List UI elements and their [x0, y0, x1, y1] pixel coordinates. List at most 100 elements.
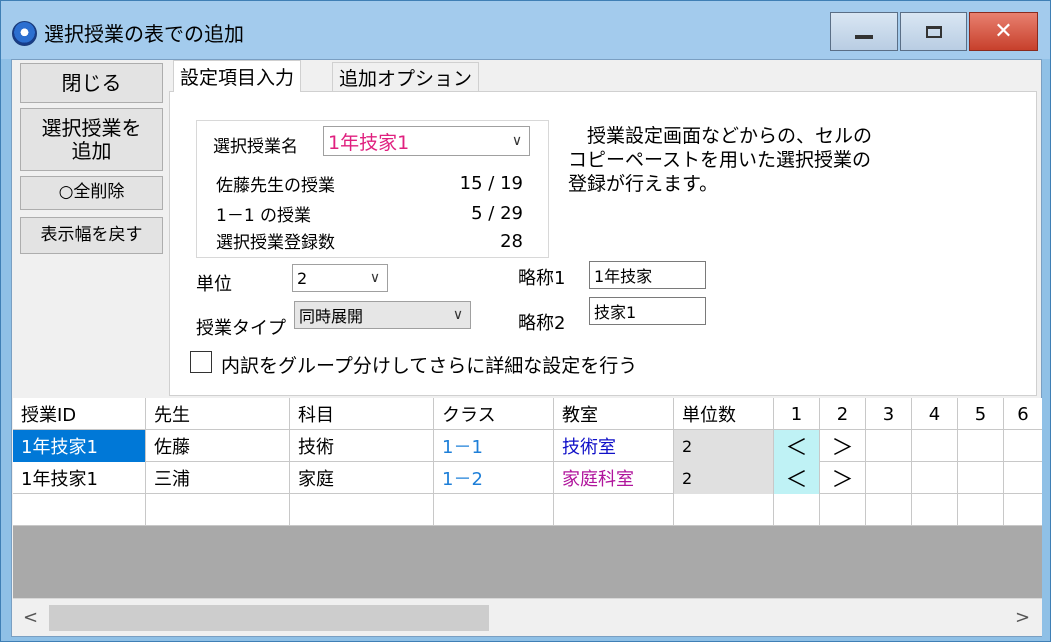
elective-info-group: 選択授業名 1年技家1 ∨ 佐藤先生の授業 15 / 19 1－1 の授業 5 … — [196, 120, 549, 258]
table-cell[interactable] — [958, 494, 1004, 526]
table-cell[interactable]: ＞ — [820, 462, 866, 494]
electives-table: 授業ID 先生 科目 クラス 教室 単位数 1 2 3 4 5 6 1年技家1 … — [13, 398, 1042, 598]
column-header[interactable]: 4 — [912, 398, 958, 430]
table-cell[interactable]: 家庭科室 — [554, 462, 674, 494]
lesson-type-label: 授業タイプ — [196, 318, 286, 339]
table-cell-selected[interactable]: 1年技家1 — [13, 430, 146, 462]
table-cell[interactable] — [1004, 462, 1042, 494]
table-cell[interactable]: 技術室 — [554, 430, 674, 462]
table-cell[interactable] — [866, 462, 912, 494]
close-window-button[interactable]: ✕ — [969, 12, 1038, 51]
table-cell[interactable]: 技術 — [290, 430, 434, 462]
table-cell[interactable]: 1－1 — [434, 430, 554, 462]
tab-settings-input-label: 設定項目入力 — [180, 67, 295, 89]
table-cell[interactable]: 三浦 — [146, 462, 290, 494]
reset-width-label: 表示幅を戻す — [40, 224, 143, 245]
table-row-empty — [13, 494, 1042, 526]
table-cell[interactable] — [912, 462, 958, 494]
chevron-down-icon: ∨ — [369, 270, 381, 286]
column-header[interactable]: 2 — [820, 398, 866, 430]
class-lessons-value: 5 / 29 — [471, 203, 523, 224]
abbrev2-label: 略称2 — [518, 313, 566, 334]
table-cell[interactable] — [1004, 430, 1042, 462]
elective-name-select[interactable]: 1年技家1 ∨ — [323, 126, 530, 156]
table-cell[interactable]: ＜ — [774, 430, 820, 462]
column-header[interactable]: 授業ID — [13, 398, 146, 430]
settings-panel: 選択授業名 1年技家1 ∨ 佐藤先生の授業 15 / 19 1－1 の授業 5 … — [169, 91, 1037, 396]
tab-add-options-label: 追加オプション — [339, 68, 473, 90]
teacher-lessons-value: 15 / 19 — [459, 173, 523, 194]
column-header[interactable]: 先生 — [146, 398, 290, 430]
horizontal-scrollbar[interactable]: < > — [13, 598, 1042, 636]
table-cell[interactable]: 家庭 — [290, 462, 434, 494]
table-cell[interactable] — [912, 430, 958, 462]
scroll-right-icon[interactable]: > — [1015, 607, 1030, 628]
table-cell[interactable]: 1年技家1 — [13, 462, 146, 494]
table-row: 1年技家1 佐藤 技術 1－1 技術室 2 ＜ ＞ — [13, 430, 1042, 462]
column-header[interactable]: 5 — [958, 398, 1004, 430]
table-cell[interactable] — [1004, 494, 1042, 526]
close-icon: ✕ — [994, 19, 1013, 44]
table-cell[interactable] — [554, 494, 674, 526]
unit-label: 単位 — [196, 274, 232, 295]
tab-add-options[interactable]: 追加オプション — [332, 62, 480, 92]
description-line2: コピーペーストを用いた選択授業の — [568, 149, 872, 172]
table-cell[interactable] — [866, 430, 912, 462]
abbrev1-input[interactable]: 1年技家 — [589, 261, 706, 289]
abbrev2-input[interactable]: 技家1 — [589, 297, 706, 325]
table-cell[interactable]: 佐藤 — [146, 430, 290, 462]
table-header-row: 授業ID 先生 科目 クラス 教室 単位数 1 2 3 4 5 6 — [13, 398, 1042, 430]
title-bar: 選択授業の表での追加 ✕ — [1, 1, 1050, 59]
table-cell[interactable] — [146, 494, 290, 526]
table-cell[interactable]: 2 — [674, 430, 774, 462]
table-cell[interactable] — [434, 494, 554, 526]
table-cell[interactable]: ＞ — [820, 430, 866, 462]
add-elective-label-line2: 追加 — [71, 138, 112, 163]
column-header[interactable]: 1 — [774, 398, 820, 430]
column-header[interactable]: クラス — [434, 398, 554, 430]
table-cell[interactable] — [958, 462, 1004, 494]
table-cell[interactable] — [290, 494, 434, 526]
tab-settings-input[interactable]: 設定項目入力 — [173, 60, 302, 92]
table-cell[interactable] — [774, 494, 820, 526]
reset-width-button[interactable]: 表示幅を戻す — [20, 217, 163, 254]
unit-select[interactable]: 2 ∨ — [292, 264, 388, 292]
table-cell[interactable]: 2 — [674, 462, 774, 494]
table-cell[interactable] — [866, 494, 912, 526]
table-cell[interactable] — [674, 494, 774, 526]
elective-name-value: 1年技家1 — [328, 131, 410, 154]
description-text: 授業設定画面などからの、セルの コピーペーストを用いた選択授業の 登録が行えます… — [568, 124, 938, 196]
delete-all-label: ○全削除 — [58, 182, 125, 203]
column-header[interactable]: 6 — [1004, 398, 1042, 430]
delete-all-button[interactable]: ○全削除 — [20, 176, 163, 210]
column-header[interactable]: 科目 — [290, 398, 434, 430]
table-cell[interactable] — [820, 494, 866, 526]
column-header[interactable]: 3 — [866, 398, 912, 430]
maximize-button[interactable] — [900, 12, 967, 51]
close-button[interactable]: 閉じる — [20, 63, 163, 103]
group-detail-checkbox[interactable] — [190, 351, 212, 373]
table-cell[interactable] — [958, 430, 1004, 462]
table-cell[interactable]: 1－2 — [434, 462, 554, 494]
add-elective-label-line1: 選択授業を — [41, 115, 142, 140]
abbrev1-label: 略称1 — [518, 268, 566, 289]
lesson-type-select[interactable]: 同時展開 ∨ — [294, 301, 471, 329]
scroll-left-icon[interactable]: < — [23, 607, 38, 628]
add-elective-button[interactable]: 選択授業を 追加 — [20, 108, 163, 171]
window-title: 選択授業の表での追加 — [44, 22, 244, 46]
table-cell[interactable]: ＜ — [774, 462, 820, 494]
description-line1: 授業設定画面などからの、セルの — [568, 125, 873, 147]
app-icon — [12, 21, 37, 46]
table-cell[interactable] — [912, 494, 958, 526]
column-header[interactable]: 単位数 — [674, 398, 774, 430]
group-detail-checkbox-label[interactable]: 内訳をグループ分けしてさらに詳細な設定を行う — [221, 351, 637, 378]
chevron-down-icon: ∨ — [511, 133, 523, 149]
minimize-button[interactable] — [830, 12, 898, 51]
registered-count-label: 選択授業登録数 — [216, 233, 335, 253]
description-line3: 登録が行えます。 — [568, 173, 719, 196]
client-area: 閉じる 選択授業を 追加 ○全削除 表示幅を戻す 設定項目入力 追加オプション … — [11, 59, 1042, 637]
scrollbar-thumb[interactable] — [49, 605, 489, 631]
table-cell[interactable] — [13, 494, 146, 526]
registered-count-value: 28 — [500, 231, 523, 252]
column-header[interactable]: 教室 — [554, 398, 674, 430]
